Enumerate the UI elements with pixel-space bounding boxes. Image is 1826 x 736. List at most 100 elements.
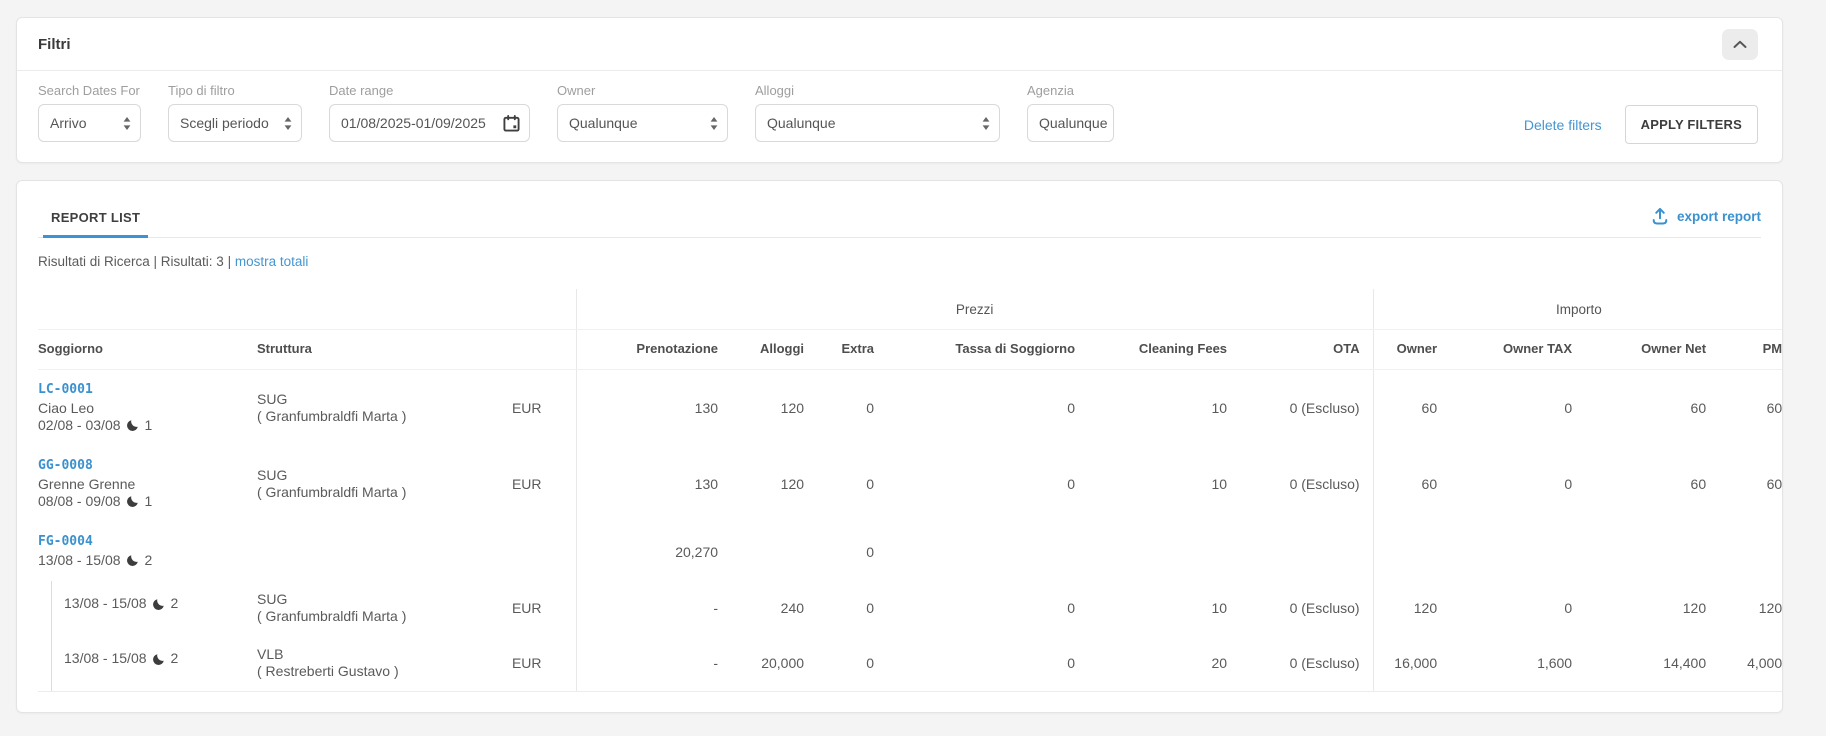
struttura-cell: SUG ( Granfumbraldfi Marta ) xyxy=(257,446,442,522)
stay-range: 13/08 - 15/08 xyxy=(38,552,121,569)
collapse-filters-button[interactable] xyxy=(1722,29,1758,60)
select-arrows-icon xyxy=(123,117,131,130)
struttura-code: SUG xyxy=(257,591,432,609)
table-row: 13/08 - 15/08 2 VLB ( Restreberti Gustav… xyxy=(38,636,1782,692)
col-cleaning-fees: Cleaning Fees xyxy=(1093,330,1245,370)
stay-dates: 13/08 - 15/08 2 xyxy=(64,595,247,612)
struttura-owner: ( Granfumbraldfi Marta ) xyxy=(257,608,432,626)
booking-code-link[interactable]: LC-0001 xyxy=(38,382,247,398)
report-table: Prezzi Importo Soggiorno Struttura Preno… xyxy=(38,289,1782,692)
struttura-cell: SUG ( Granfumbraldfi Marta ) xyxy=(257,370,442,447)
field-label: Search Dates For xyxy=(38,83,141,98)
stay-dates: 13/08 - 15/08 2 xyxy=(38,552,247,569)
group-header-prezzi: Prezzi xyxy=(576,289,1373,330)
calendar-icon xyxy=(503,115,520,132)
col-tassa-di-soggiorno: Tassa di Soggiorno xyxy=(892,330,1093,370)
struttura-cell: SUG ( Granfumbraldfi Marta ) xyxy=(257,581,442,636)
upload-icon xyxy=(1651,207,1669,225)
currency-cell: EUR xyxy=(442,446,576,522)
nights-count: 2 xyxy=(145,552,153,569)
alloggi-cell: 240 xyxy=(736,581,822,636)
table-row: GG-0008 Grenne Grenne 08/08 - 09/08 1 SU… xyxy=(38,446,1782,522)
stay-range: 13/08 - 15/08 xyxy=(64,595,147,612)
moon-icon xyxy=(126,553,140,567)
moon-icon xyxy=(152,652,166,666)
owner-tax-cell: 0 xyxy=(1455,581,1590,636)
ota-cell xyxy=(1245,522,1373,581)
alloggi-cell: 120 xyxy=(736,370,822,447)
nights-count: 1 xyxy=(145,493,153,510)
agenzia-select[interactable]: Qualunque xyxy=(1027,104,1114,142)
field-label: Date range xyxy=(329,83,530,98)
select-arrows-icon xyxy=(284,117,292,130)
tassa-di-soggiorno-cell xyxy=(892,522,1093,581)
owner-tax-cell xyxy=(1455,522,1590,581)
select-arrows-icon xyxy=(982,117,990,130)
moon-icon xyxy=(152,597,166,611)
owner-tax-cell: 0 xyxy=(1455,370,1590,447)
apply-filters-button[interactable]: APPLY FILTERS xyxy=(1625,105,1758,144)
currency-cell: EUR xyxy=(442,636,576,692)
filters-panel: Filtri Search Dates For Arrivo Tipo di f… xyxy=(16,17,1783,163)
ota-cell: 0 (Escluso) xyxy=(1245,581,1373,636)
owner-tax-cell: 0 xyxy=(1455,446,1590,522)
select-arrows-icon xyxy=(710,117,718,130)
booking-code-link[interactable]: FG-0004 xyxy=(38,534,247,550)
stay-range: 13/08 - 15/08 xyxy=(64,650,147,667)
extra-cell: 0 xyxy=(822,370,892,447)
nights-count: 2 xyxy=(171,650,179,667)
filter-field-alloggi: Alloggi Qualunque xyxy=(755,83,1000,142)
field-label: Alloggi xyxy=(755,83,1000,98)
delete-filters-link[interactable]: Delete filters xyxy=(1524,117,1602,133)
filters-body: Search Dates For Arrivo Tipo di filtro S… xyxy=(17,71,1782,144)
soggiorno-cell: LC-0001 Ciao Leo 02/08 - 03/08 1 xyxy=(38,370,257,447)
filter-actions: Delete filters APPLY FILTERS xyxy=(1524,105,1758,144)
struttura-code: SUG xyxy=(257,467,432,485)
tab-report-list[interactable]: REPORT LIST xyxy=(43,210,148,238)
extra-cell: 0 xyxy=(822,636,892,692)
tipo-di-filtro-select[interactable]: Scegli periodo xyxy=(168,104,302,142)
export-report-link[interactable]: export report xyxy=(1641,207,1761,225)
table-group-header-row: Prezzi Importo xyxy=(38,289,1782,330)
pm-cell: 60 xyxy=(1724,446,1782,522)
owner-net-cell: 14,400 xyxy=(1590,636,1724,692)
booking-code-link[interactable]: GG-0008 xyxy=(38,458,247,474)
pm-cell xyxy=(1724,522,1782,581)
results-summary: Risultati di Ricerca | Risultati: 3 | mo… xyxy=(38,254,1761,269)
alloggi-cell: 120 xyxy=(736,446,822,522)
stay-range: 02/08 - 03/08 xyxy=(38,417,121,434)
alloggi-cell xyxy=(736,522,822,581)
tassa-di-soggiorno-cell: 0 xyxy=(892,581,1093,636)
tassa-di-soggiorno-cell: 0 xyxy=(892,370,1093,447)
soggiorno-cell: 13/08 - 15/08 2 xyxy=(38,636,257,692)
tassa-di-soggiorno-cell: 0 xyxy=(892,636,1093,692)
date-range-input[interactable]: 01/08/2025-01/09/2025 xyxy=(329,104,530,142)
search-dates-for-select[interactable]: Arrivo xyxy=(38,104,141,142)
nights-count: 1 xyxy=(145,417,153,434)
owner-net-cell: 60 xyxy=(1590,370,1724,447)
struttura-cell: VLB ( Restreberti Gustavo ) xyxy=(257,636,442,692)
owner-select[interactable]: Qualunque xyxy=(557,104,728,142)
pm-cell: 120 xyxy=(1724,581,1782,636)
currency-cell: EUR xyxy=(442,581,576,636)
alloggi-select[interactable]: Qualunque xyxy=(755,104,1000,142)
filters-header: Filtri xyxy=(17,18,1782,71)
col-struttura: Struttura xyxy=(257,330,442,370)
table-column-header-row: Soggiorno Struttura Prenotazione Alloggi… xyxy=(38,330,1782,370)
report-table-container: Prezzi Importo Soggiorno Struttura Preno… xyxy=(38,289,1782,692)
pm-cell: 4,000 xyxy=(1724,636,1782,692)
owner-net-cell xyxy=(1590,522,1724,581)
ota-cell: 0 (Escluso) xyxy=(1245,446,1373,522)
struttura-code: VLB xyxy=(257,646,432,664)
field-label: Owner xyxy=(557,83,728,98)
cleaning-fees-cell: 10 xyxy=(1093,446,1245,522)
col-pm: PM xyxy=(1724,330,1782,370)
extra-cell: 0 xyxy=(822,446,892,522)
col-prenotazione: Prenotazione xyxy=(576,330,736,370)
filter-field-search-dates-for: Search Dates For Arrivo xyxy=(38,83,141,142)
date-range-value: 01/08/2025-01/09/2025 xyxy=(341,115,486,131)
struttura-owner: ( Granfumbraldfi Marta ) xyxy=(257,484,432,502)
table-row: FG-0004 13/08 - 15/08 2 20,270 0 xyxy=(38,522,1782,581)
show-totals-link[interactable]: mostra totali xyxy=(235,254,309,269)
results-text: Risultati di Ricerca | Risultati: 3 | xyxy=(38,254,231,269)
